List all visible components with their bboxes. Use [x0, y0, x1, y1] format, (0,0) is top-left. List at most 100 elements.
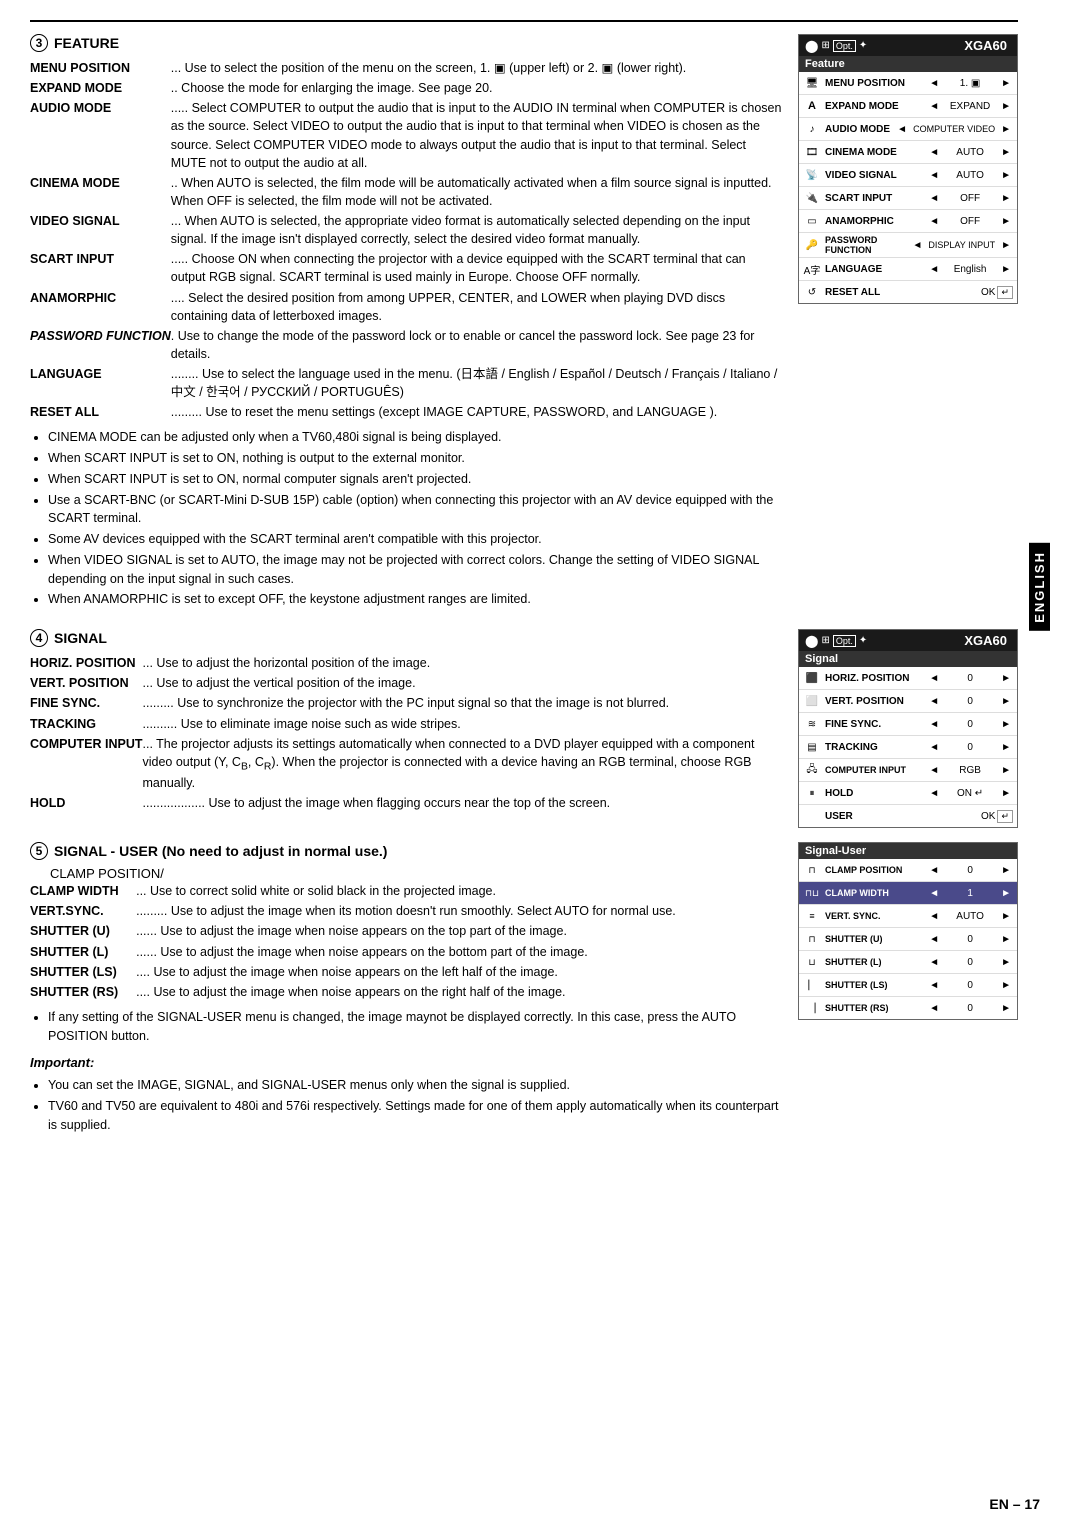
menu-row-shutter-l-menu: ⊔ SHUTTER (L) ◄ 0 ► — [799, 951, 1017, 974]
important-bullets: You can set the IMAGE, SIGNAL, and SIGNA… — [48, 1076, 782, 1134]
menu-label-scart-input: SCART INPUT — [825, 193, 923, 204]
menu-row-cinema-mode: 🎞 CINEMA MODE ◄ AUTO ► — [799, 141, 1017, 164]
arrow-left: ◄ — [927, 147, 941, 158]
desc-menu-position: ... Use to select the position of the me… — [171, 58, 782, 78]
signal-user-section-text: Signal-User — [805, 845, 866, 857]
def-row-scart-input: SCART INPUT ..... Choose ON when connect… — [30, 249, 782, 287]
value-fine-sync: 0 — [945, 719, 995, 730]
menu-label-fine-sync: FINE SYNC. — [825, 719, 923, 730]
desc-hold: .................. Use to adjust the ima… — [143, 793, 783, 813]
term-scart-input: SCART INPUT — [30, 249, 171, 287]
menu-row-expand-mode: A EXPAND MODE ◄ EXPAND ► — [799, 95, 1017, 118]
section-number-3: 3 — [30, 34, 48, 52]
menu-label-shutter-u: SHUTTER (U) — [825, 934, 923, 944]
menu-row-anamorphic: ▭ ANAMORPHIC ◄ OFF ► — [799, 210, 1017, 233]
arrow-left: ◄ — [927, 888, 941, 899]
bullet-item: When VIDEO SIGNAL is set to AUTO, the im… — [48, 551, 782, 589]
arrow-right: ► — [999, 696, 1013, 707]
arrow-right: ► — [999, 240, 1013, 251]
def-row-expand-mode: EXPAND MODE .. Choose the mode for enlar… — [30, 78, 782, 98]
arrow-left: ◄ — [927, 216, 941, 227]
value-vert-pos: 0 — [945, 696, 995, 707]
term-vert-sync: VERT.SYNC. — [30, 901, 136, 921]
arrow-left: ◄ — [927, 78, 941, 89]
menu-icon-projector2: ⬤ — [805, 634, 818, 648]
def-row-vert: VERT. POSITION ... Use to adjust the ver… — [30, 673, 782, 693]
arrow-left: ◄ — [927, 264, 941, 275]
term-audio-mode: AUDIO MODE — [30, 98, 171, 173]
value-shutter-rs: 0 — [945, 1003, 995, 1014]
arrow-right: ► — [999, 193, 1013, 204]
menu-row-video-signal: 📡 VIDEO SIGNAL ◄ AUTO ► — [799, 164, 1017, 187]
menu-label-reset-all: RESET ALL — [825, 287, 977, 298]
value-computer-input: RGB — [945, 765, 995, 776]
arrow-right: ► — [999, 980, 1013, 991]
arrow-left: ◄ — [911, 240, 925, 251]
value-user: OK ↵ — [981, 810, 1013, 823]
bullet-item: CINEMA MODE can be adjusted only when a … — [48, 428, 782, 447]
menu-icon-anamorphic: ▭ — [803, 212, 821, 230]
signal-menu-box: ⬤ ⊞ Opt. ✦ XGA60 Signal ⬛ HORIZ. POSITIO… — [798, 629, 1018, 828]
section-number-4: 4 — [30, 629, 48, 647]
menu-row-clamp-pos: ⊓ CLAMP POSITION ◄ 0 ► — [799, 859, 1017, 882]
menu-icon-language: A字 — [803, 260, 821, 278]
menu-row-shutter-ls-menu: ▏ SHUTTER (LS) ◄ 0 ► — [799, 974, 1017, 997]
value-reset-all: OK ↵ — [981, 286, 1013, 299]
desc-vert: ... Use to adjust the vertical position … — [143, 673, 783, 693]
menu-icon-password: 🔑 — [803, 236, 821, 254]
menu-icon-shutter-l: ⊔ — [803, 953, 821, 971]
menu-label-clamp-pos: CLAMP POSITION — [825, 865, 923, 875]
signal-menu-panel: ⬤ ⊞ Opt. ✦ XGA60 Signal ⬛ HORIZ. POSITIO… — [798, 629, 1018, 828]
arrow-right: ► — [999, 673, 1013, 684]
section-feature-header: 3 FEATURE — [30, 34, 782, 52]
menu-label-password: PASSWORD FUNCTION — [825, 235, 907, 255]
arrow-right: ► — [999, 147, 1013, 158]
signal-definitions: HORIZ. POSITION ... Use to adjust the ho… — [30, 653, 782, 813]
term-shutter-l: SHUTTER (L) — [30, 942, 136, 962]
bullet-item: Some AV devices equipped with the SCART … — [48, 530, 782, 549]
def-row-fine-sync: FINE SYNC. ......... Use to synchronize … — [30, 693, 782, 713]
feature-menu-header: ⬤ ⊞ Opt. ✦ XGA60 — [799, 35, 1017, 56]
arrow-left: ◄ — [927, 865, 941, 876]
menu-row-tracking: ▤ TRACKING ◄ 0 ► — [799, 736, 1017, 759]
section-signal-user-text: 5 SIGNAL - USER (No need to adjust in no… — [30, 842, 782, 1141]
bullet-item: When SCART INPUT is set to ON, nothing i… — [48, 449, 782, 468]
menu-label-shutter-ls: SHUTTER (LS) — [825, 980, 923, 990]
menu-label-shutter-l: SHUTTER (L) — [825, 957, 923, 967]
arrow-left: ◄ — [927, 1003, 941, 1014]
arrow-right: ► — [999, 957, 1013, 968]
important-section: Important: You can set the IMAGE, SIGNAL… — [30, 1055, 782, 1134]
term-computer-input: COMPUTER INPUT — [30, 734, 143, 794]
term-shutter-rs: SHUTTER (RS) — [30, 982, 136, 1002]
menu-row-fine-sync: ≋ FINE SYNC. ◄ 0 ► — [799, 713, 1017, 736]
clamp-position-label: CLAMP POSITION/ — [30, 866, 782, 881]
bullet-item: When SCART INPUT is set to ON, normal co… — [48, 470, 782, 489]
def-row-anamorphic: ANAMORPHIC .... Select the desired posit… — [30, 288, 782, 326]
desc-computer-input: ... The projector adjusts its settings a… — [143, 734, 783, 794]
menu-icon-monitor: 🖥 — [803, 74, 821, 92]
arrow-left: ◄ — [927, 719, 941, 730]
term-menu-position: MENU POSITION — [30, 58, 171, 78]
menu-icon-opt: Opt. — [833, 40, 856, 52]
menu-icon-hold: ⏸ — [803, 784, 821, 802]
desc-shutter-rs: .... Use to adjust the image when noise … — [136, 982, 782, 1002]
def-row-password: PASSWORD FUNCTION . Use to change the mo… — [30, 326, 782, 364]
value-password: DISPLAY INPUT — [928, 240, 995, 250]
menu-icon-projector: ⬤ — [805, 39, 818, 53]
feature-menu-title: XGA60 — [964, 38, 1011, 53]
section-signal-user-header: 5 SIGNAL - USER (No need to adjust in no… — [30, 842, 782, 860]
def-row-language: LANGUAGE ........ Use to select the lang… — [30, 364, 782, 402]
bullet-item: Use a SCART-BNC (or SCART-Mini D-SUB 15P… — [48, 491, 782, 529]
ok-box: ↵ — [997, 286, 1013, 299]
value-anamorphic: OFF — [945, 216, 995, 227]
arrow-left: ◄ — [927, 170, 941, 181]
menu-label-shutter-rs: SHUTTER (RS) — [825, 1003, 923, 1013]
arrow-left: ◄ — [927, 742, 941, 753]
feature-menu-section-label: Feature — [799, 56, 1017, 72]
term-expand-mode: EXPAND MODE — [30, 78, 171, 98]
arrow-left: ◄ — [927, 193, 941, 204]
menu-icon-reset: ↺ — [803, 283, 821, 301]
term-fine-sync: FINE SYNC. — [30, 693, 143, 713]
arrow-left: ◄ — [927, 911, 941, 922]
desc-clamp-width: ... Use to correct solid white or solid … — [136, 881, 782, 901]
